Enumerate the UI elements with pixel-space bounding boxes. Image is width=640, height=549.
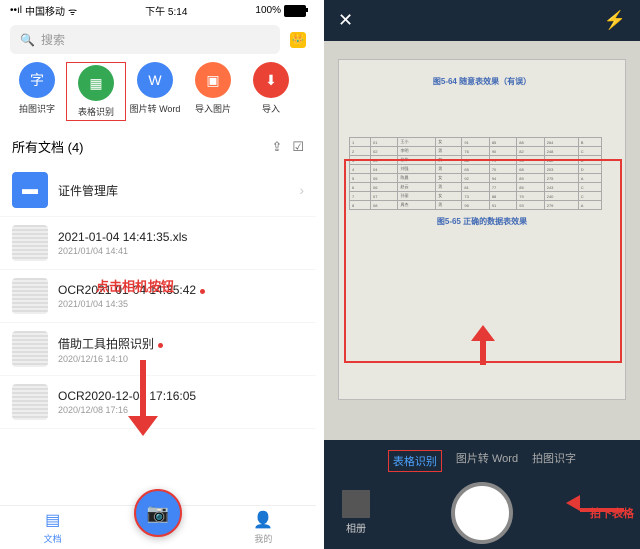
nav-docs[interactable]: ▤文档 — [0, 510, 105, 545]
share-icon[interactable]: ⇪ — [271, 139, 282, 155]
item-sub: 2020/12/16 14:10 — [58, 354, 304, 364]
section-title: 所有文档 (4) — [12, 137, 84, 156]
doc-thumb — [12, 225, 48, 261]
action-import-img[interactable]: ▣导入图片 — [184, 62, 242, 121]
tab-img-to-word[interactable]: 图片转 Word — [456, 450, 518, 472]
carrier: 中国移动 — [25, 3, 65, 18]
action-img-to-word[interactable]: W图片转 Word — [126, 62, 184, 121]
search-icon: 🔍 — [20, 33, 35, 47]
text-icon: 字 — [19, 62, 55, 98]
tab-table-ocr[interactable]: 表格识别 — [388, 450, 442, 472]
folder-item[interactable]: ▬ 证件管理库 › — [0, 164, 316, 217]
clock: 下午 5:14 — [145, 3, 187, 18]
list-item[interactable]: 借助工具拍照识别 2020/12/16 14:10 — [0, 323, 316, 376]
item-title: OCR2020-12-08 17:16:05 — [58, 389, 304, 403]
tab-ocr-text[interactable]: 拍图识字 — [532, 450, 576, 472]
battery-percent: 100% — [255, 5, 281, 16]
person-icon: 👤 — [211, 510, 316, 530]
search-input[interactable]: 🔍 搜索 — [10, 25, 280, 54]
item-title: 证件管理库 — [58, 182, 289, 199]
table-icon: ▦ — [78, 65, 114, 101]
annotation-click-camera: 点击相机按钮 — [96, 276, 174, 295]
battery-icon — [284, 5, 306, 17]
item-title: 借助工具拍照识别 — [58, 335, 304, 352]
action-row: 字拍图识字 ▦表格识别 W图片转 Word ▣导入图片 ⬇导入 — [0, 58, 316, 129]
image-icon: ▣ — [195, 62, 231, 98]
list-item[interactable]: OCR2020-12-08 17:16:05 2020/12/08 17:16 — [0, 376, 316, 429]
shutter-button[interactable] — [451, 482, 513, 544]
item-sub: 2021/01/04 14:41 — [58, 246, 304, 256]
item-sub: 2021/01/04 14:35 — [58, 299, 304, 309]
camera-topbar: ✕ ⚡ — [324, 0, 640, 41]
page-caption-top: 图5-64 随意表效果（有误） — [349, 76, 615, 87]
wifi-icon: ᯤ — [68, 4, 77, 18]
signal-icon: ••ıl — [10, 5, 22, 16]
word-icon: W — [137, 62, 173, 98]
action-table-ocr[interactable]: ▦表格识别 — [66, 62, 126, 121]
docs-icon: ▤ — [0, 510, 105, 530]
section-header: 所有文档 (4) ⇪ ☑ — [0, 129, 316, 164]
annotation-arrow-up — [471, 325, 495, 365]
unread-dot — [200, 289, 205, 294]
action-ocr-text[interactable]: 字拍图识字 — [8, 62, 66, 121]
camera-button[interactable]: 📷 — [134, 489, 182, 537]
nav-mine[interactable]: 👤我的 — [211, 510, 316, 545]
file-app-screen: ••ıl 中国移动 ᯤ 下午 5:14 100% 🔍 搜索 👑 字拍图识字 ▦表… — [0, 0, 316, 549]
select-icon[interactable]: ☑ — [292, 139, 304, 155]
import-icon: ⬇ — [253, 62, 289, 98]
doc-thumb — [12, 278, 48, 314]
camera-mode-tabs: 表格识别 图片转 Word 拍图识字 — [324, 440, 640, 482]
list-item[interactable]: 2021-01-04 14:41:35.xls 2021/01/04 14:41 — [0, 217, 316, 270]
search-placeholder: 搜索 — [41, 31, 65, 48]
folder-icon: ▬ — [12, 172, 48, 208]
album-thumb — [342, 490, 370, 518]
flash-icon[interactable]: ⚡ — [604, 10, 626, 31]
status-bar: ••ıl 中国移动 ᯤ 下午 5:14 100% — [0, 0, 316, 21]
unread-dot — [158, 343, 163, 348]
annotation-arrow-down — [128, 360, 158, 440]
camera-icon: 📷 — [147, 503, 169, 524]
item-title: OCR2021-01-04 14:35:42 — [58, 283, 304, 297]
item-title: 2021-01-04 14:41:35.xls — [58, 230, 304, 244]
action-import[interactable]: ⬇导入 — [242, 62, 300, 121]
chevron-right-icon: › — [299, 182, 304, 198]
album-button[interactable]: 相册 — [342, 490, 370, 535]
doc-thumb — [12, 384, 48, 420]
doc-thumb — [12, 331, 48, 367]
viewfinder: 图5-64 随意表效果（有误） 101王小女918588264B 202李明男7… — [324, 41, 640, 440]
annotation-capture-table: 拍下表格 — [590, 505, 634, 521]
close-icon[interactable]: ✕ — [338, 10, 353, 31]
camera-screen: ✕ ⚡ 图5-64 随意表效果（有误） 101王小女918588264B 202… — [324, 0, 640, 549]
item-sub: 2020/12/08 17:16 — [58, 405, 304, 415]
annotation-target-box — [344, 159, 622, 363]
crown-icon[interactable]: 👑 — [290, 32, 306, 48]
